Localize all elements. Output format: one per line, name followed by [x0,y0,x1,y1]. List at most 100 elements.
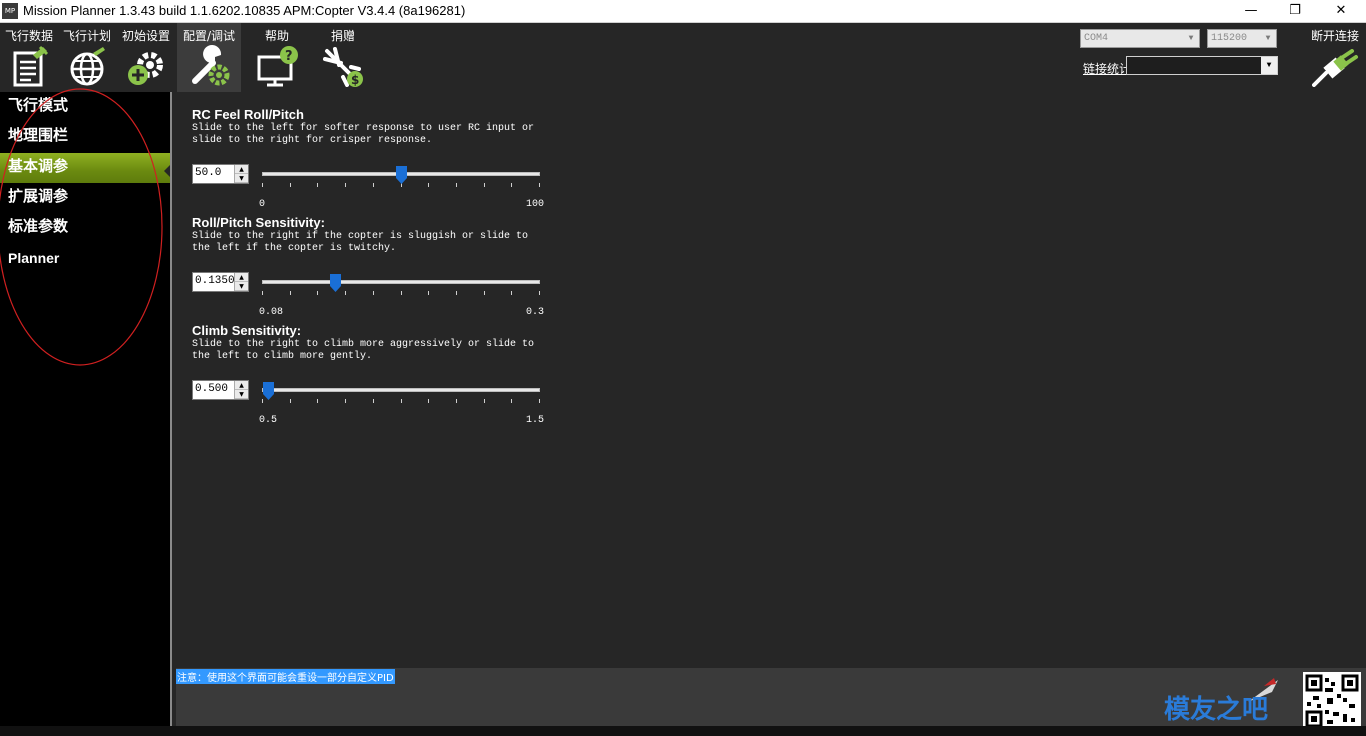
climb-max-label: 1.5 [526,415,545,426]
slider-tick [262,291,263,295]
port-select[interactable]: COM4 ▼ [1080,29,1200,48]
main-toolbar: 飞行数据 飞行计划 初始设置 配置/调试 帮助 ? 捐赠 $ COM4 ▼ 11… [0,23,1366,92]
slider-tick [345,183,346,187]
sidebar-item-basic-tuning[interactable]: 基本调参 [0,153,170,183]
slider-tick [317,291,318,295]
sidebar-item-extended-tuning[interactable]: 扩展调参 [0,183,170,213]
plug-icon[interactable] [1312,49,1360,87]
menu-flight-plan-label: 飞行计划 [62,29,111,43]
flight-plan-icon [70,47,105,86]
roll-pitch-slider[interactable] [262,274,540,304]
taskbar-strip [0,726,1366,736]
climb-slider[interactable] [262,382,540,412]
sidebar: 飞行模式 地理围栏 基本调参 扩展调参 标准参数 Planner [0,92,172,736]
flight-data-icon [13,45,49,87]
menu-help-label: 帮助 [264,29,289,43]
config-tuning-icon [192,45,230,86]
climb-min-label: 0.5 [259,415,278,426]
slider-thumb[interactable] [396,166,407,184]
spinner-buttons[interactable]: ▲ ▼ [234,381,248,399]
slider-tick [345,399,346,403]
slider-thumb[interactable] [330,274,341,292]
chevron-down-icon: ▼ [1188,34,1194,43]
menu-help[interactable]: 帮助 ? [248,23,306,92]
slider-tick [373,399,374,403]
slider-tick [511,291,512,295]
initial-setup-icon [128,52,163,85]
qr-code-image [1303,672,1361,730]
spinner-buttons[interactable]: ▲ ▼ [234,165,248,183]
menu-initial-setup[interactable]: 初始设置 [118,23,174,92]
slider-tick [511,399,512,403]
slider-tick [317,183,318,187]
slider-tick [539,183,540,187]
climb-spinner[interactable]: 0.500 ▲ ▼ [192,380,249,400]
minimize-button[interactable]: — [1228,0,1274,23]
basic-tuning-panel: RC Feel Roll/Pitch Slide to the left for… [172,92,1366,668]
slider-tick [345,291,346,295]
rc-feel-min-label: 0 [259,199,266,210]
slider-tick [290,399,291,403]
slider-tick [539,399,540,403]
link-stats-select[interactable]: ▼ [1126,56,1278,75]
spinner-up-icon[interactable]: ▲ [235,381,248,390]
roll-pitch-title: Roll/Pitch Sensitivity: [192,215,325,230]
port-select-value: COM4 [1084,33,1109,44]
disconnect-label[interactable]: 断开连接 [1311,27,1359,44]
rc-feel-value: 50.0 [195,167,222,179]
slider-track [262,280,540,284]
maximize-button[interactable]: ❐ [1272,0,1318,23]
slider-tick [373,183,374,187]
close-button[interactable]: ✕ [1318,0,1364,23]
roll-pitch-description: Slide to the right if the copter is slug… [192,231,529,254]
mission-planner-window: MP Mission Planner 1.3.43 build 1.1.6202… [0,0,1366,736]
slider-tick [401,399,402,403]
baud-select[interactable]: 115200 ▼ [1207,29,1277,48]
slider-tick [539,291,540,295]
rc-feel-max-label: 100 [526,199,545,210]
slider-tick [262,183,263,187]
watermark-logo: 模友之吧 [1164,678,1278,725]
spinner-down-icon[interactable]: ▼ [235,282,248,291]
slider-tick [428,399,429,403]
roll-pitch-spinner[interactable]: 0.1350 ▲ ▼ [192,272,249,292]
slider-tick [456,399,457,403]
menu-donate[interactable]: 捐赠 $ [312,23,374,92]
slider-tick [290,183,291,187]
roll-pitch-value: 0.1350 [195,275,235,287]
slider-tick [373,291,374,295]
rc-feel-spinner[interactable]: 50.0 ▲ ▼ [192,164,249,184]
app-logo-icon: MP [2,3,18,19]
svg-text:$: $ [351,73,359,87]
sidebar-item-standard-params[interactable]: 标准参数 [0,213,170,243]
chevron-down-icon: ▼ [1265,34,1271,43]
rc-feel-section: RC Feel Roll/Pitch Slide to the left for… [192,107,552,217]
slider-thumb[interactable] [263,382,274,400]
qr-code-icon [1305,674,1359,728]
sidebar-item-flight-modes[interactable]: 飞行模式 [0,92,170,122]
menu-flight-data[interactable]: 飞行数据 [2,23,56,92]
spinner-up-icon[interactable]: ▲ [235,165,248,174]
spinner-buttons[interactable]: ▲ ▼ [234,273,248,291]
rc-feel-slider[interactable] [262,166,540,196]
svg-text:?: ? [285,49,293,64]
menu-flight-plan[interactable]: 飞行计划 [60,23,114,92]
climb-title: Climb Sensitivity: [192,323,302,338]
menu-config-tuning[interactable]: 配置/调试 [177,23,241,92]
warning-note-text: 注意：使用这个界面可能会重设一部分自定义PID [176,669,395,684]
link-stats-link[interactable]: 链接统计 [1083,60,1131,77]
spinner-up-icon[interactable]: ▲ [235,273,248,282]
donate-icon: $ [323,47,363,87]
slider-track [262,388,540,392]
sidebar-item-geofence[interactable]: 地理围栏 [0,122,170,152]
spinner-down-icon[interactable]: ▼ [235,390,248,399]
slider-tick [428,183,429,187]
slider-tick [511,183,512,187]
slider-tick [428,291,429,295]
window-title: Mission Planner 1.3.43 build 1.1.6202.10… [23,3,466,18]
roll-pitch-section: Roll/Pitch Sensitivity: Slide to the rig… [192,215,552,325]
menu-donate-label: 捐赠 [330,29,355,43]
spinner-down-icon[interactable]: ▼ [235,174,248,183]
sidebar-item-planner[interactable]: Planner [0,245,170,275]
menu-flight-data-label: 飞行数据 [4,29,53,43]
